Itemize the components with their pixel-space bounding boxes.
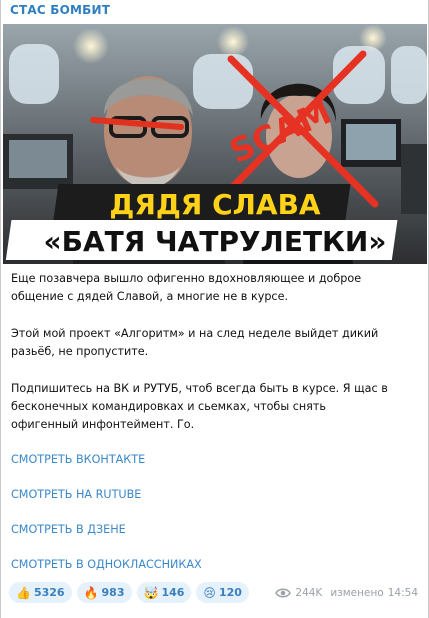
preview-artwork: SCAM ДЯДЯ СЛАВА «БАТЯ ЧАТРУЛЕТКИ»: [3, 24, 427, 264]
message-meta: 244K изменено 14:54: [275, 587, 418, 599]
reaction-crying[interactable]: 😢 120: [196, 582, 249, 603]
post-paragraph-3: Подпишитесь на ВК и РУТУБ, чтоб всегда б…: [11, 380, 419, 434]
paragraph-line: Подпишитесь на ВК и РУТУБ, чтоб всегда б…: [11, 382, 388, 395]
link-odnoklassniki[interactable]: СМОТРЕТЬ В ОДНОКЛАССНИКАХ: [11, 558, 202, 571]
reaction-fire[interactable]: 🔥 983: [76, 582, 132, 603]
reaction-count: 146: [161, 586, 185, 599]
video-preview[interactable]: SCAM ДЯДЯ СЛАВА «БАТЯ ЧАТРУЛЕТКИ»: [3, 24, 427, 264]
paragraph-line: разьёб, не пропустите.: [11, 345, 149, 358]
edited-label: изменено: [330, 587, 384, 599]
crying-face-icon: 😢: [203, 585, 216, 600]
message-frame-left: [0, 0, 1, 618]
reaction-count: 5326: [33, 586, 65, 599]
channel-name[interactable]: СТАС БОМБИТ: [10, 3, 110, 17]
paragraph-line: Этой мой проект «Алгоритм» и на след нед…: [11, 327, 379, 340]
link-dzen[interactable]: СМОТРЕТЬ В ДЗЕНЕ: [11, 523, 126, 536]
thumbs-up-icon: 👍: [16, 585, 31, 600]
fire-icon: 🔥: [83, 585, 99, 600]
paragraph-line: офигенный инфонтеймент. Го.: [11, 418, 195, 431]
reaction-thumbs-up[interactable]: 👍 5326: [9, 582, 72, 603]
post-paragraph-2: Этой мой проект «Алгоритм» и на след нед…: [11, 325, 419, 361]
link-rutube[interactable]: СМОТРЕТЬ НА RUTUBE: [11, 488, 141, 501]
preview-title-line2: «БАТЯ ЧАТРУЛЕТКИ»: [44, 225, 387, 258]
reaction-mind-blown[interactable]: 🤯 146: [136, 582, 192, 603]
message-time: 14:54: [387, 587, 418, 599]
paragraph-line: Еще позавчера вышло офигенно вдохновляющ…: [11, 272, 362, 285]
reaction-count: 983: [101, 586, 125, 599]
link-vkontakte[interactable]: СМОТРЕТЬ ВКОНТАКТЕ: [11, 453, 145, 466]
mind-blown-icon: 🤯: [143, 585, 159, 600]
post-paragraph-1: Еще позавчера вышло офигенно вдохновляющ…: [11, 270, 419, 306]
reactions-bar: 👍 5326 🔥 983 🤯 146 😢 120: [9, 582, 249, 603]
view-count: 244K: [295, 587, 323, 599]
eye-icon: [275, 588, 292, 598]
reaction-count: 120: [218, 586, 242, 599]
paragraph-line: общение с дядей Славой, а многие не в ку…: [11, 290, 289, 303]
paragraph-line: бесконечных командировках и сьемках, что…: [11, 400, 327, 413]
preview-title-line1: ДЯДЯ СЛАВА: [109, 188, 321, 221]
